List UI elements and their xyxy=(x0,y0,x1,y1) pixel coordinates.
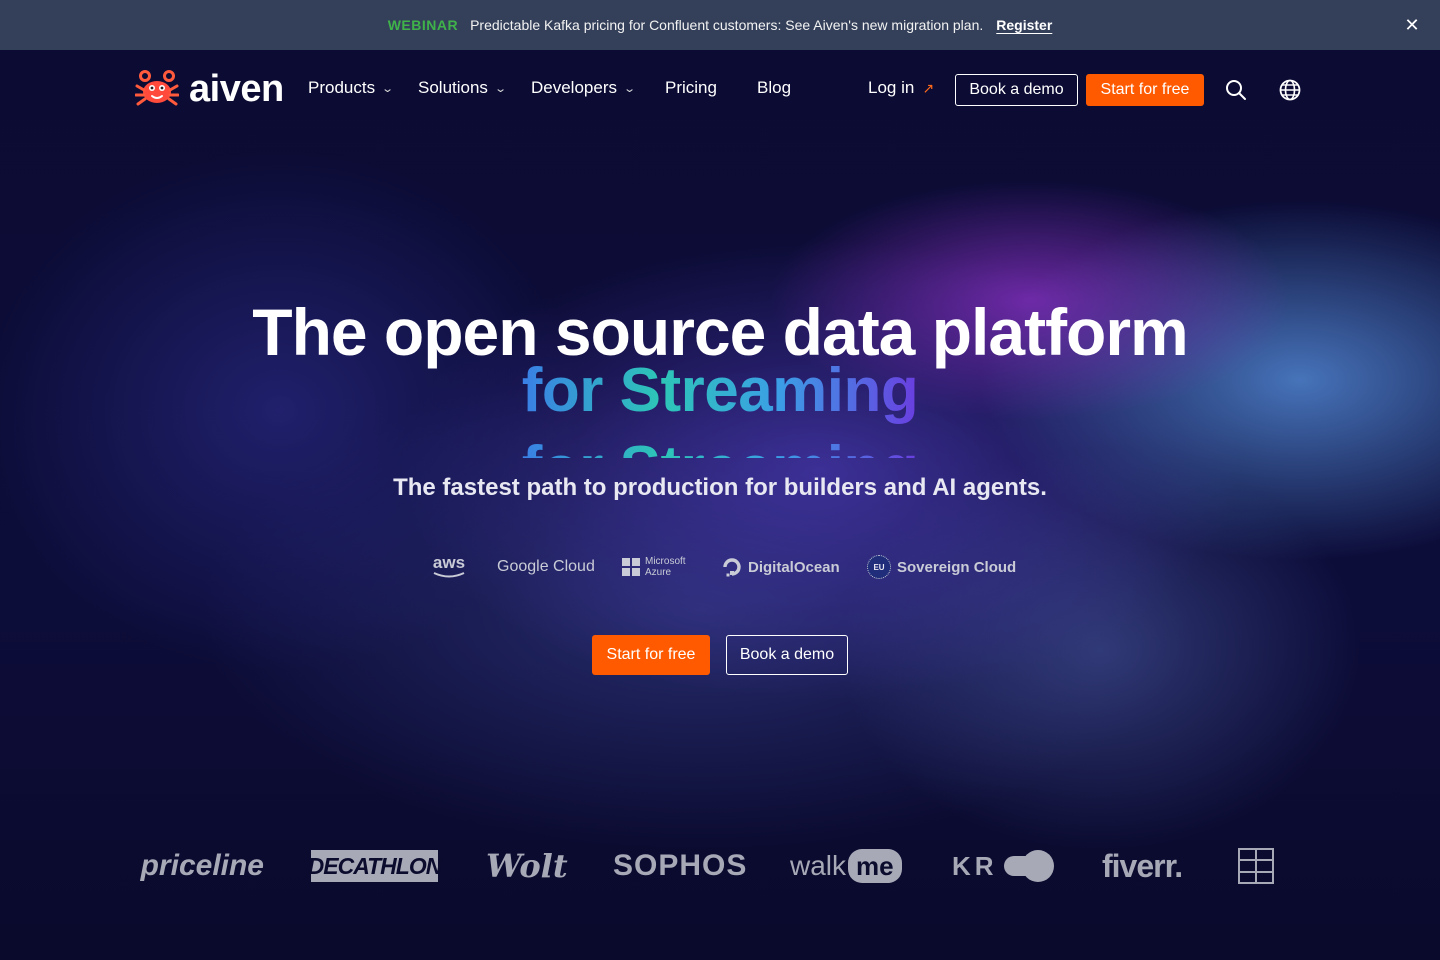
close-icon[interactable]: ✕ xyxy=(1402,15,1422,35)
aiven-logo[interactable]: aiven xyxy=(135,70,284,108)
hero-background xyxy=(0,50,1440,960)
globe-icon[interactable] xyxy=(1278,78,1302,102)
login-link[interactable]: Log in ↗ xyxy=(868,78,934,98)
register-link[interactable]: Register xyxy=(996,17,1052,33)
rotating-headline: for Streaming for Streaming xyxy=(0,356,1440,458)
crab-logo-icon xyxy=(135,70,179,106)
nav-developers-label: Developers xyxy=(531,78,617,97)
fiverr-logo: fiverr. xyxy=(1102,847,1183,884)
azure-line2: Azure xyxy=(645,567,672,578)
decathlon-logo: DECATHLON xyxy=(308,840,442,892)
book-demo-button[interactable]: Book a demo xyxy=(955,74,1078,106)
login-label: Log in xyxy=(868,78,915,97)
priceline-wordmark: priceline xyxy=(140,849,264,882)
priceline-logo: priceline xyxy=(108,840,264,892)
sovereign-cloud-logo: EU Sovereign Cloud xyxy=(867,550,1016,584)
main-nav: aiven Products ⌄ Solutions ⌄ Developers … xyxy=(0,50,1440,130)
azure-logo: Microsoft Azure xyxy=(622,550,686,584)
eu-badge-label: EU xyxy=(873,562,885,572)
brand-wordmark: aiven xyxy=(189,68,284,110)
rotating-headline-next: for Streaming xyxy=(0,434,1440,458)
nav-developers[interactable]: Developers ⌄ xyxy=(531,78,637,98)
digitalocean-logo: DigitalOcean xyxy=(722,550,840,584)
wolt-logo: Wolt xyxy=(486,847,568,885)
rotating-headline-text: for Streaming xyxy=(521,356,919,425)
cloud-provider-logos: aws Google Cloud Microsoft Azure Digital… xyxy=(0,550,1440,584)
walkme-logo: walk me xyxy=(790,840,902,892)
hero-start-free-button[interactable]: Start for free xyxy=(592,635,710,675)
digitalocean-wordmark: DigitalOcean xyxy=(748,558,840,576)
microsoft-windows-icon xyxy=(622,558,640,576)
announcement-banner: WEBINAR Predictable Kafka pricing for Co… xyxy=(0,0,1440,50)
aws-smile-icon xyxy=(433,572,465,578)
webinar-tag: WEBINAR xyxy=(387,17,459,33)
aws-wordmark: aws xyxy=(432,553,466,572)
nav-pricing-label: Pricing xyxy=(665,78,717,97)
kr-wordmark: KR xyxy=(952,850,998,881)
decathlon-wordmark: DECATHLON xyxy=(308,850,442,882)
hero-subheadline: The fastest path to production for build… xyxy=(393,474,1047,501)
customer-logos: priceline DECATHLON Wolt SOPHOS walk me … xyxy=(0,840,1440,892)
nav-solutions-label: Solutions xyxy=(418,78,488,97)
kr-logo: KR xyxy=(952,840,1054,892)
rotating-headline-next-text: for Streaming xyxy=(522,434,919,458)
walkme-wordmark-a: walk xyxy=(790,850,847,881)
chevron-down-icon: ⌄ xyxy=(381,82,395,95)
hero-book-demo-button[interactable]: Book a demo xyxy=(726,635,848,675)
nav-products-label: Products xyxy=(308,78,376,97)
chevron-down-icon: ⌄ xyxy=(623,82,637,95)
sophos-logo: SOPHOS xyxy=(613,849,748,882)
nav-products[interactable]: Products ⌄ xyxy=(308,78,395,98)
nav-blog-label: Blog xyxy=(757,78,792,97)
nav-solutions[interactable]: Solutions ⌄ xyxy=(418,78,507,98)
chevron-down-icon: ⌄ xyxy=(494,82,507,95)
nav-blog[interactable]: Blog xyxy=(757,78,791,98)
partial-logo-icon xyxy=(1238,840,1274,892)
banner-message: Predictable Kafka pricing for Confluent … xyxy=(470,17,984,33)
external-arrow-icon: ↗ xyxy=(922,79,935,96)
sovereign-cloud-wordmark: Sovereign Cloud xyxy=(897,558,1017,576)
digitalocean-icon xyxy=(723,558,741,577)
nav-pricing[interactable]: Pricing xyxy=(665,78,717,98)
search-icon[interactable] xyxy=(1224,78,1248,102)
start-free-button[interactable]: Start for free xyxy=(1086,74,1204,106)
aws-logo: aws xyxy=(430,550,468,584)
google-cloud-logo: Google Cloud xyxy=(497,558,595,575)
walkme-wordmark-b: me xyxy=(848,849,902,883)
eu-badge-icon: EU xyxy=(867,555,891,579)
kr-pill-icon xyxy=(1003,850,1054,882)
azure-line1: Microsoft xyxy=(645,556,686,567)
